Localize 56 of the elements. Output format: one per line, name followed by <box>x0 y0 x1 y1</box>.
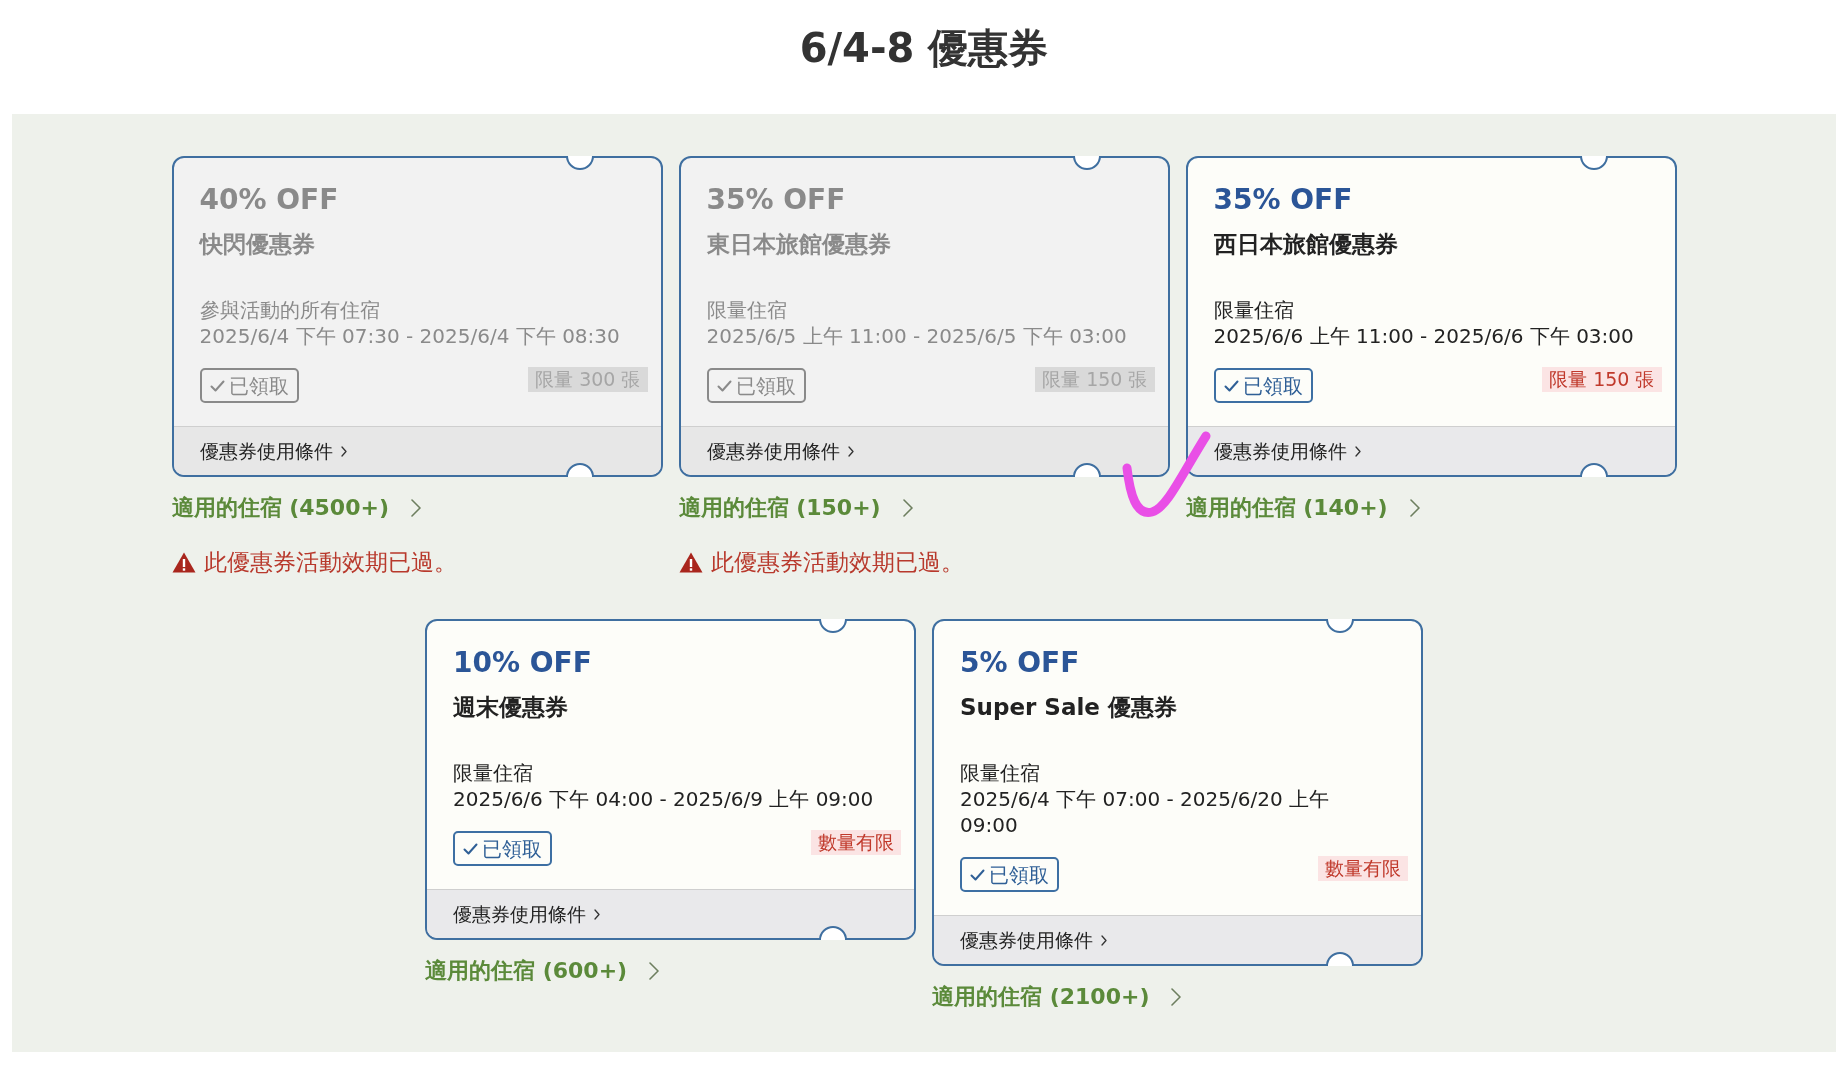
coupon-title: Super Sale 優惠券 <box>960 693 1177 722</box>
chevron-right-icon <box>1171 988 1182 1006</box>
quota-tag: 限量 150 張 <box>1542 367 1662 392</box>
chevron-right-icon <box>1354 445 1361 457</box>
claim-button[interactable]: 已領取 <box>453 831 552 866</box>
period-text: 2025/6/6 上午 11:00 - 2025/6/6 下午 03:00 <box>1213 323 1635 349</box>
check-icon <box>970 868 985 881</box>
period-text: 2025/6/4 下午 07:00 - 2025/6/20 上午 09:00 <box>960 786 1330 838</box>
claim-button[interactable]: 已領取 <box>1213 368 1313 403</box>
discount-text: 35% OFF <box>706 182 846 218</box>
terms-link[interactable]: 優惠券使用條件 <box>960 926 1107 954</box>
scope-text: 限量住宿 <box>453 760 533 786</box>
period-text: 2025/6/5 上午 11:00 - 2025/6/5 下午 03:00 <box>706 323 1128 349</box>
scope-text: 參與活動的所有住宿 <box>199 297 380 323</box>
terms-link[interactable]: 優惠券使用條件 <box>453 900 600 928</box>
chevron-right-icon <box>847 445 854 457</box>
check-icon <box>463 842 478 855</box>
warning-text: 此優惠券活動效期已過。 <box>710 548 964 577</box>
hotels-link[interactable]: 適用的住宿 (150+) <box>678 492 913 524</box>
hotels-link[interactable]: 適用的住宿 (140+) <box>1185 492 1420 524</box>
hotels-link[interactable]: 適用的住宿 (2100+) <box>932 981 1182 1013</box>
scope-text: 限量住宿 <box>960 760 1040 786</box>
terms-link[interactable]: 優惠券使用條件 <box>199 437 347 465</box>
chevron-right-icon <box>902 499 913 517</box>
hotels-link[interactable]: 適用的住宿 (600+) <box>425 955 660 987</box>
claim-button[interactable]: 已領取 <box>960 857 1059 892</box>
period-text: 2025/6/6 下午 04:00 - 2025/6/9 上午 09:00 <box>453 786 875 812</box>
warning-icon <box>678 551 703 573</box>
quota-tag: 數量有限 <box>811 830 901 855</box>
warning-text: 此優惠券活動效期已過。 <box>203 548 457 577</box>
scope-text: 限量住宿 <box>706 297 787 323</box>
quota-tag: 數量有限 <box>1318 856 1408 881</box>
discount-text: 10% OFF <box>453 645 592 681</box>
chevron-right-icon <box>340 445 347 457</box>
hotels-link[interactable]: 適用的住宿 (4500+) <box>171 492 421 524</box>
discount-text: 40% OFF <box>199 182 339 218</box>
coupon-title: 東日本旅館優惠券 <box>706 230 891 259</box>
coupon-title: 週末優惠券 <box>453 693 568 722</box>
check-icon <box>716 379 732 392</box>
discount-text: 5% OFF <box>960 645 1080 681</box>
period-text: 2025/6/4 下午 07:30 - 2025/6/4 下午 08:30 <box>199 323 621 349</box>
scope-text: 限量住宿 <box>1213 297 1294 323</box>
chevron-right-icon <box>649 962 660 980</box>
chevron-right-icon <box>1409 499 1420 517</box>
chevron-right-icon <box>1101 934 1107 946</box>
page-title: 6/4-8 優惠券 <box>799 24 1049 73</box>
discount-text: 35% OFF <box>1213 182 1353 218</box>
coupon-title: 快閃優惠券 <box>199 230 315 259</box>
check-icon <box>1223 379 1239 392</box>
check-icon <box>209 379 225 392</box>
chevron-right-icon <box>410 499 421 517</box>
coupon-title: 西日本旅館優惠券 <box>1213 230 1398 259</box>
terms-link[interactable]: 優惠券使用條件 <box>1213 437 1361 465</box>
terms-link[interactable]: 優惠券使用條件 <box>706 437 854 465</box>
warning-icon <box>171 551 196 573</box>
chevron-right-icon <box>594 908 600 920</box>
